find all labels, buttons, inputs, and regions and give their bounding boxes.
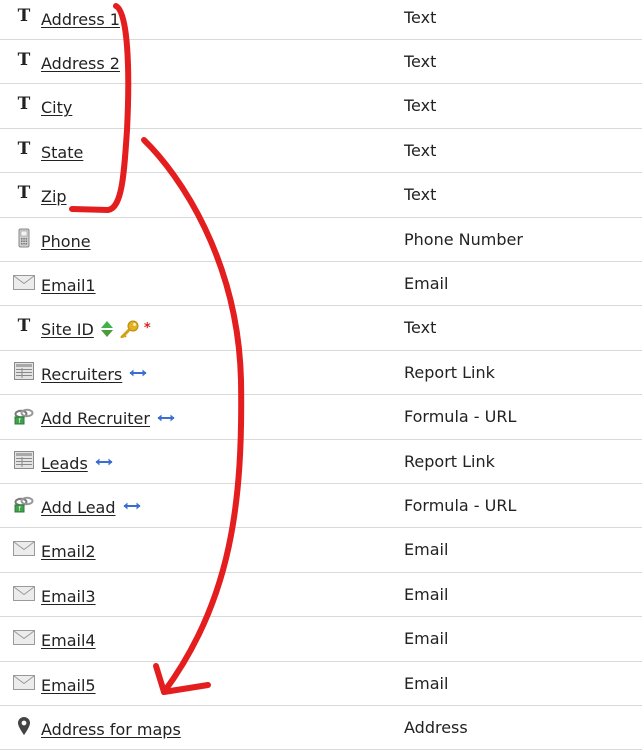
field-name-cell: Zip — [41, 174, 67, 218]
field-name-cell: Email3 — [41, 573, 96, 617]
field-name-link[interactable]: Add Recruiter — [41, 407, 150, 428]
text-icon: T — [17, 5, 31, 26]
table-row: Phone Phone Number — [0, 218, 642, 262]
table-row: Leads Report Link — [0, 440, 642, 484]
table-row: Address for maps Address — [0, 706, 642, 750]
required-asterisk: * — [143, 321, 151, 337]
field-type: Text — [404, 140, 437, 160]
text-icon: T — [17, 316, 31, 337]
table-row: T State Text — [0, 129, 642, 174]
table-row: T Site ID * Text — [0, 307, 642, 351]
field-type: Text — [404, 96, 437, 116]
table-row: Email1 Email — [0, 262, 642, 307]
table-row: f Add Recruiter Formula - URL — [0, 396, 642, 440]
email-icon — [13, 672, 35, 692]
field-name-cell: State — [41, 129, 83, 173]
field-type: Text — [404, 185, 437, 205]
map-pin-icon — [13, 716, 35, 736]
table-row: T Address 1 Text — [0, 0, 642, 40]
field-name-cell: Email5 — [41, 662, 96, 706]
field-type: Email — [404, 540, 449, 560]
field-name-cell: Address 2 — [41, 40, 120, 84]
field-name-link[interactable]: Recruiters — [41, 363, 122, 384]
relationship-arrow-icon — [128, 368, 148, 378]
field-name-link[interactable]: State — [41, 141, 83, 162]
field-name-link[interactable]: Leads — [41, 452, 88, 473]
formula-url-icon: f — [13, 406, 35, 426]
field-type: Formula - URL — [404, 407, 517, 427]
field-name-link[interactable]: Zip — [41, 185, 67, 206]
field-name-cell: Phone — [41, 218, 91, 262]
email-icon — [13, 272, 35, 292]
email-icon — [13, 539, 35, 559]
table-row: Email5 Email — [0, 662, 642, 706]
table-row: T Address 2 Text — [0, 40, 642, 85]
field-type: Email — [404, 584, 449, 604]
field-type: Report Link — [404, 362, 495, 382]
field-name-link[interactable]: Email5 — [41, 674, 96, 695]
relationship-arrow-icon — [122, 501, 142, 511]
field-type: Text — [404, 51, 437, 71]
field-name-cell: Site ID * — [41, 307, 151, 351]
field-name-link[interactable]: City — [41, 96, 72, 117]
field-name-link[interactable]: Add Lead — [41, 496, 116, 517]
field-type: Phone Number — [404, 229, 523, 249]
field-name-link[interactable]: Email4 — [41, 629, 96, 650]
field-type: Text — [404, 7, 437, 27]
field-type: Formula - URL — [404, 495, 517, 515]
field-type: Address — [404, 717, 468, 737]
field-name-cell: Email4 — [41, 618, 96, 662]
field-name-link[interactable]: Email2 — [41, 540, 96, 561]
report-link-icon — [13, 450, 35, 470]
text-icon: T — [17, 49, 31, 70]
field-type: Email — [404, 629, 449, 649]
field-name-cell: Email2 — [41, 529, 96, 573]
field-name-cell: Add Lead — [41, 484, 142, 528]
table-row: T City Text — [0, 85, 642, 129]
sort-arrows-icon — [100, 320, 114, 338]
table-row: Email4 Email — [0, 618, 642, 662]
field-name-cell: Address for maps — [41, 706, 181, 750]
field-type: Email — [404, 273, 449, 293]
email-icon — [13, 628, 35, 648]
table-row: f Add Lead Formula - URL — [0, 484, 642, 529]
relationship-arrow-icon — [94, 457, 114, 467]
field-name-link[interactable]: Email1 — [41, 274, 96, 295]
table-row: T Zip Text — [0, 174, 642, 218]
field-name-link[interactable]: Address 1 — [41, 8, 120, 29]
field-name-link[interactable]: Address for maps — [41, 718, 181, 739]
field-type: Report Link — [404, 451, 495, 471]
field-type: Text — [404, 318, 437, 338]
report-link-icon — [13, 361, 35, 381]
key-icon — [120, 320, 140, 338]
text-icon: T — [17, 94, 31, 115]
field-name-link[interactable]: Email3 — [41, 585, 96, 606]
field-type: Email — [404, 673, 449, 693]
field-name-cell: Email1 — [41, 262, 96, 306]
field-name-cell: Address 1 — [41, 0, 120, 40]
table-row: Recruiters Report Link — [0, 351, 642, 396]
relationship-arrow-icon — [156, 413, 176, 423]
table-row: Email2 Email — [0, 529, 642, 573]
text-icon: T — [17, 183, 31, 204]
email-icon — [13, 583, 35, 603]
formula-url-icon: f — [13, 494, 35, 514]
table-row: Email3 Email — [0, 573, 642, 618]
field-name-link[interactable]: Phone — [41, 230, 91, 251]
field-name-cell: Leads — [41, 440, 114, 484]
field-name-cell: City — [41, 85, 72, 129]
field-name-link[interactable]: Address 2 — [41, 52, 120, 73]
field-name-link[interactable]: Site ID — [41, 318, 94, 339]
phone-icon — [13, 228, 35, 248]
field-name-cell: Add Recruiter — [41, 396, 176, 440]
text-icon: T — [17, 138, 31, 159]
field-name-cell: Recruiters — [41, 351, 148, 395]
